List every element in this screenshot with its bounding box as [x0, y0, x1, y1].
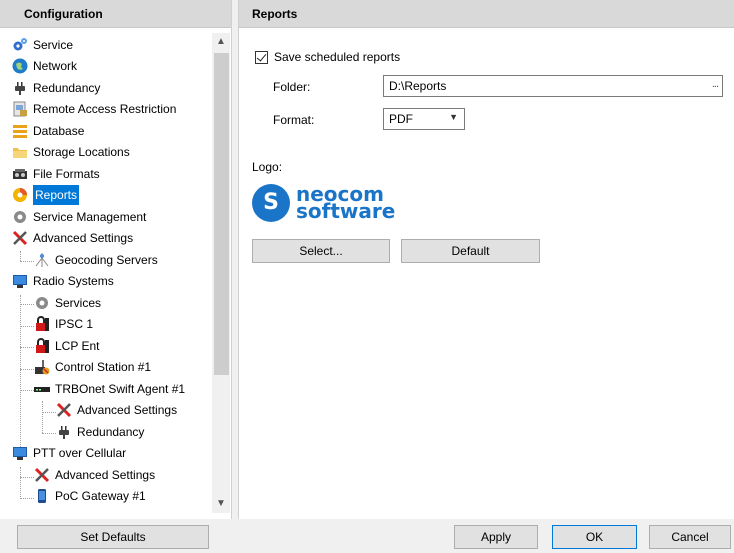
tools-icon [34, 467, 50, 483]
save-scheduled-reports-label: Save scheduled reports [274, 50, 401, 64]
radio-station-icon [34, 359, 50, 375]
folder-label: Folder: [273, 80, 311, 94]
tree-item-geocoding-servers[interactable]: Geocoding Servers [34, 250, 158, 270]
configuration-panel: Configuration Service Network Redundancy… [0, 0, 232, 519]
reports-panel: Reports Save scheduled reports Folder: D… [238, 0, 734, 519]
service-gear-icon [12, 37, 28, 53]
tree-item-trbonet-swift-agent[interactable]: TRBOnet Swift Agent #1 [34, 379, 185, 399]
apply-button[interactable]: Apply [454, 525, 538, 549]
computer-icon [12, 445, 28, 461]
set-defaults-button[interactable]: Set Defaults [17, 525, 209, 549]
browse-folder-button[interactable]: ... [712, 78, 719, 90]
reports-icon [12, 187, 28, 203]
tree-item-ipsc-1[interactable]: IPSC 1 [34, 314, 93, 334]
tools-icon [56, 402, 72, 418]
lcp-lock-icon [34, 338, 50, 354]
swift-agent-icon [34, 381, 50, 397]
ipsc-lock-icon [34, 316, 50, 332]
gear-icon [12, 209, 28, 225]
computer-icon [12, 273, 28, 289]
tree-item-network[interactable]: Network [12, 56, 77, 76]
tree-item-remote-access[interactable]: Remote Access Restriction [12, 99, 176, 119]
configuration-tree: Service Network Redundancy Remote Access… [0, 33, 212, 513]
bottom-bar: Set Defaults Apply OK Cancel [0, 519, 734, 553]
tools-icon [12, 230, 28, 246]
tree-item-reports[interactable]: Reports [12, 185, 80, 205]
scroll-up-icon[interactable]: ▲ [212, 33, 230, 51]
ok-button[interactable]: OK [552, 525, 637, 549]
gear-icon [34, 295, 50, 311]
tree-item-service-management[interactable]: Service Management [12, 207, 146, 227]
tree-item-radio-systems[interactable]: Radio Systems [12, 271, 114, 291]
scroll-thumb[interactable] [214, 53, 229, 375]
save-scheduled-reports-checkbox[interactable]: Save scheduled reports [255, 50, 400, 64]
folder-icon [12, 144, 28, 160]
tree-item-poc-gateway-1[interactable]: PoC Gateway #1 [34, 486, 146, 506]
tree-item-redundancy[interactable]: Redundancy [12, 78, 100, 98]
tree-item-swift-redundancy[interactable]: Redundancy [56, 422, 144, 442]
default-logo-button[interactable]: Default [401, 239, 540, 263]
tree-item-swift-advanced-settings[interactable]: Advanced Settings [56, 400, 177, 420]
tree-item-advanced-settings[interactable]: Advanced Settings [12, 228, 133, 248]
globe-icon [12, 58, 28, 74]
tree-item-services[interactable]: Services [34, 293, 101, 313]
tape-recorder-icon [12, 166, 28, 182]
database-icon [12, 123, 28, 139]
cancel-button[interactable]: Cancel [649, 525, 731, 549]
tree-item-ptt-over-cellular[interactable]: PTT over Cellular [12, 443, 126, 463]
logo-label: Logo: [252, 160, 283, 174]
tree-item-database[interactable]: Database [12, 121, 84, 141]
plug-icon [12, 80, 28, 96]
checkbox-checked-icon[interactable] [255, 50, 268, 64]
reports-header: Reports [239, 0, 734, 28]
scroll-down-icon[interactable]: ▼ [212, 495, 230, 513]
tree-item-service[interactable]: Service [12, 35, 73, 55]
tree-item-ptt-advanced-settings[interactable]: Advanced Settings [34, 465, 155, 485]
tree-item-storage-locations[interactable]: Storage Locations [12, 142, 130, 162]
chevron-down-icon: ▼ [449, 112, 458, 122]
format-label: Format: [273, 113, 315, 127]
plug-icon [56, 424, 72, 440]
tree-item-file-formats[interactable]: File Formats [12, 164, 100, 184]
neocom-logo-icon: S [252, 184, 290, 222]
folder-value: D:\Reports [389, 79, 447, 93]
format-select[interactable]: PDF ▼ [383, 108, 465, 130]
format-value: PDF [389, 112, 413, 126]
geocoding-icon [34, 252, 50, 268]
configuration-header: Configuration [0, 0, 231, 28]
tree-item-control-station-1[interactable]: Control Station #1 [34, 357, 151, 377]
select-logo-button[interactable]: Select... [252, 239, 390, 263]
folder-input[interactable]: D:\Reports ... [383, 75, 723, 97]
tree-scrollbar[interactable]: ▲ ▼ [212, 33, 230, 513]
neocom-logo: S neocom software [252, 184, 395, 222]
logo-text-software: software [296, 199, 396, 223]
tree-item-lcp-ent[interactable]: LCP Ent [34, 336, 99, 356]
phone-icon [34, 488, 50, 504]
lock-computer-icon [12, 101, 28, 117]
